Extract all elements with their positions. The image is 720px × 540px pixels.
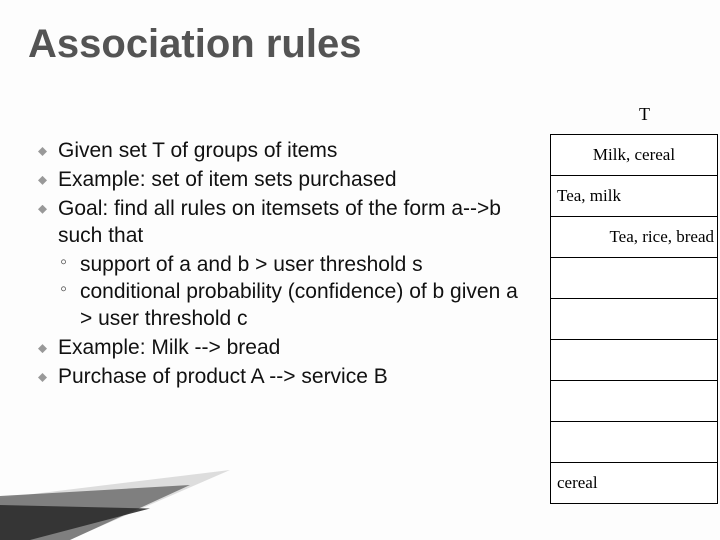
bullet-item: Example: Milk --> bread <box>34 335 524 362</box>
transactions-table: Milk, cereal Tea, milk Tea, rice, bread … <box>550 134 718 504</box>
bullet-text: Purchase of product A --> service B <box>58 365 388 388</box>
bullet-text: Goal: find all rules on itemsets of the … <box>58 197 501 247</box>
sub-bullet-text: conditional probability (confidence) of … <box>80 280 518 330</box>
sub-bullet-text: support of a and b > user threshold s <box>80 253 423 276</box>
bullet-item: Goal: find all rules on itemsets of the … <box>34 196 524 333</box>
table-cell <box>551 299 718 340</box>
bullet-text: Example: set of item sets purchased <box>58 168 397 191</box>
table-cell: Milk, cereal <box>551 135 718 176</box>
slide-title: Association rules <box>28 22 692 67</box>
table-label: T <box>639 104 650 125</box>
decorative-wedge <box>0 460 230 540</box>
bullet-item: Given set T of groups of items <box>34 138 524 165</box>
sub-bullet-item: support of a and b > user threshold s <box>58 252 524 279</box>
table-cell <box>551 340 718 381</box>
table-cell <box>551 422 718 463</box>
bullet-item: Example: set of item sets purchased <box>34 167 524 194</box>
table-cell <box>551 381 718 422</box>
body-content: Given set T of groups of items Example: … <box>34 138 524 393</box>
table-cell: cereal <box>551 463 718 504</box>
table-cell: Tea, rice, bread <box>551 217 718 258</box>
sub-bullet-item: conditional probability (confidence) of … <box>58 279 524 333</box>
table-cell <box>551 258 718 299</box>
bullet-text: Example: Milk --> bread <box>58 336 280 359</box>
bullet-item: Purchase of product A --> service B <box>34 364 524 391</box>
table-cell: Tea, milk <box>551 176 718 217</box>
bullet-text: Given set T of groups of items <box>58 139 337 162</box>
slide: Association rules T Given set T of group… <box>0 0 720 540</box>
